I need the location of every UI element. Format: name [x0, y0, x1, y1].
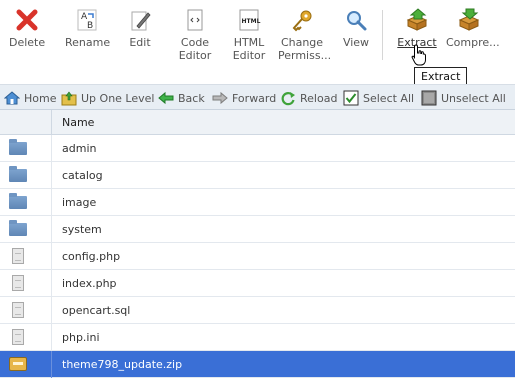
change-permissions-button[interactable]: Change Permiss...	[278, 8, 332, 62]
select-all-link[interactable]: Select All	[343, 89, 414, 107]
file-icon	[9, 275, 27, 291]
name-column-header[interactable]: Name	[62, 116, 94, 129]
file-name: opencart.sql	[62, 304, 131, 317]
table-row[interactable]: admin	[0, 135, 515, 162]
file-name: catalog	[62, 169, 103, 182]
up-one-level-link[interactable]: Up One Level	[61, 89, 154, 107]
file-name: config.php	[62, 250, 121, 263]
extract-button[interactable]: Extract	[397, 8, 437, 49]
hand-cursor-icon	[411, 44, 427, 66]
file-name: php.ini	[62, 331, 100, 344]
edit-pencil-icon	[128, 8, 152, 32]
file-name: system	[62, 223, 102, 236]
compress-box-icon	[457, 8, 481, 32]
reload-link[interactable]: Reload	[280, 89, 337, 107]
html-icon-text: HTML	[242, 18, 261, 25]
forward-arrow-icon	[212, 90, 228, 106]
table-row-selected[interactable]: theme798_update.zip	[0, 351, 515, 378]
reload-icon	[280, 90, 296, 106]
toolbar-divider	[382, 10, 383, 60]
delete-x-icon	[15, 8, 39, 32]
folder-icon	[9, 166, 27, 183]
folder-icon	[9, 193, 27, 210]
table-row[interactable]: system	[0, 216, 515, 243]
navigation-bar: Home Up One Level Back Forward Reload Se…	[0, 84, 515, 110]
delete-button[interactable]: Delete	[9, 8, 45, 49]
file-list: admin catalog image system config.php in…	[0, 135, 515, 378]
file-name: admin	[62, 142, 97, 155]
back-label: Back	[178, 91, 205, 105]
edit-button[interactable]: Edit	[126, 8, 154, 49]
file-name: theme798_update.zip	[62, 358, 183, 371]
up-one-level-label: Up One Level	[81, 91, 155, 105]
change-permissions-label: Change Permiss...	[278, 36, 332, 62]
code-editor-label: Code Editor	[178, 36, 212, 62]
empty-checkbox-icon	[421, 90, 437, 106]
delete-label: Delete	[9, 36, 46, 49]
zip-archive-icon	[9, 356, 27, 372]
file-name: index.php	[62, 277, 117, 290]
html-editor-label: HTML Editor	[232, 36, 266, 62]
rename-label: Rename	[65, 36, 111, 49]
forward-label: Forward	[232, 91, 277, 105]
home-link[interactable]: Home	[3, 89, 57, 107]
code-editor-button[interactable]: Code Editor	[177, 8, 213, 62]
view-button[interactable]: View	[342, 8, 370, 49]
key-icon	[290, 8, 314, 32]
rename-button[interactable]: A B Rename	[65, 8, 111, 49]
html-editor-button[interactable]: HTML HTML Editor	[231, 8, 267, 62]
home-label: Home	[24, 91, 57, 105]
folder-icon	[9, 139, 27, 156]
table-row[interactable]: catalog	[0, 162, 515, 189]
up-folder-icon	[61, 90, 77, 106]
unselect-all-link[interactable]: Unselect All	[421, 89, 506, 107]
reload-label: Reload	[300, 91, 338, 105]
html-file-icon: HTML	[237, 8, 261, 32]
table-row[interactable]: config.php	[0, 243, 515, 270]
compress-button[interactable]: Compre...	[446, 8, 500, 49]
table-row[interactable]: index.php	[0, 270, 515, 297]
home-icon	[3, 90, 21, 106]
file-icon	[9, 329, 27, 345]
back-arrow-icon	[158, 90, 174, 106]
file-table-header: Name	[0, 110, 515, 135]
file-icon	[9, 248, 27, 264]
magnifier-icon	[344, 8, 368, 32]
header-column-divider	[51, 110, 52, 135]
svg-text:B: B	[87, 21, 93, 31]
rename-ab-icon: A B	[75, 8, 99, 32]
back-link[interactable]: Back	[158, 89, 205, 107]
unselect-all-label: Unselect All	[441, 91, 506, 105]
extract-box-icon	[405, 8, 429, 32]
checked-checkbox-icon	[343, 90, 359, 106]
compress-label: Compre...	[446, 36, 500, 49]
forward-link[interactable]: Forward	[212, 89, 276, 107]
file-icon	[9, 302, 27, 318]
select-all-label: Select All	[363, 91, 415, 105]
table-row[interactable]: image	[0, 189, 515, 216]
table-row[interactable]: php.ini	[0, 324, 515, 351]
view-label: View	[342, 36, 370, 49]
file-name: image	[62, 196, 97, 209]
edit-label: Edit	[129, 36, 151, 49]
code-file-icon	[183, 8, 207, 32]
table-row[interactable]: opencart.sql	[0, 297, 515, 324]
folder-icon	[9, 220, 27, 237]
